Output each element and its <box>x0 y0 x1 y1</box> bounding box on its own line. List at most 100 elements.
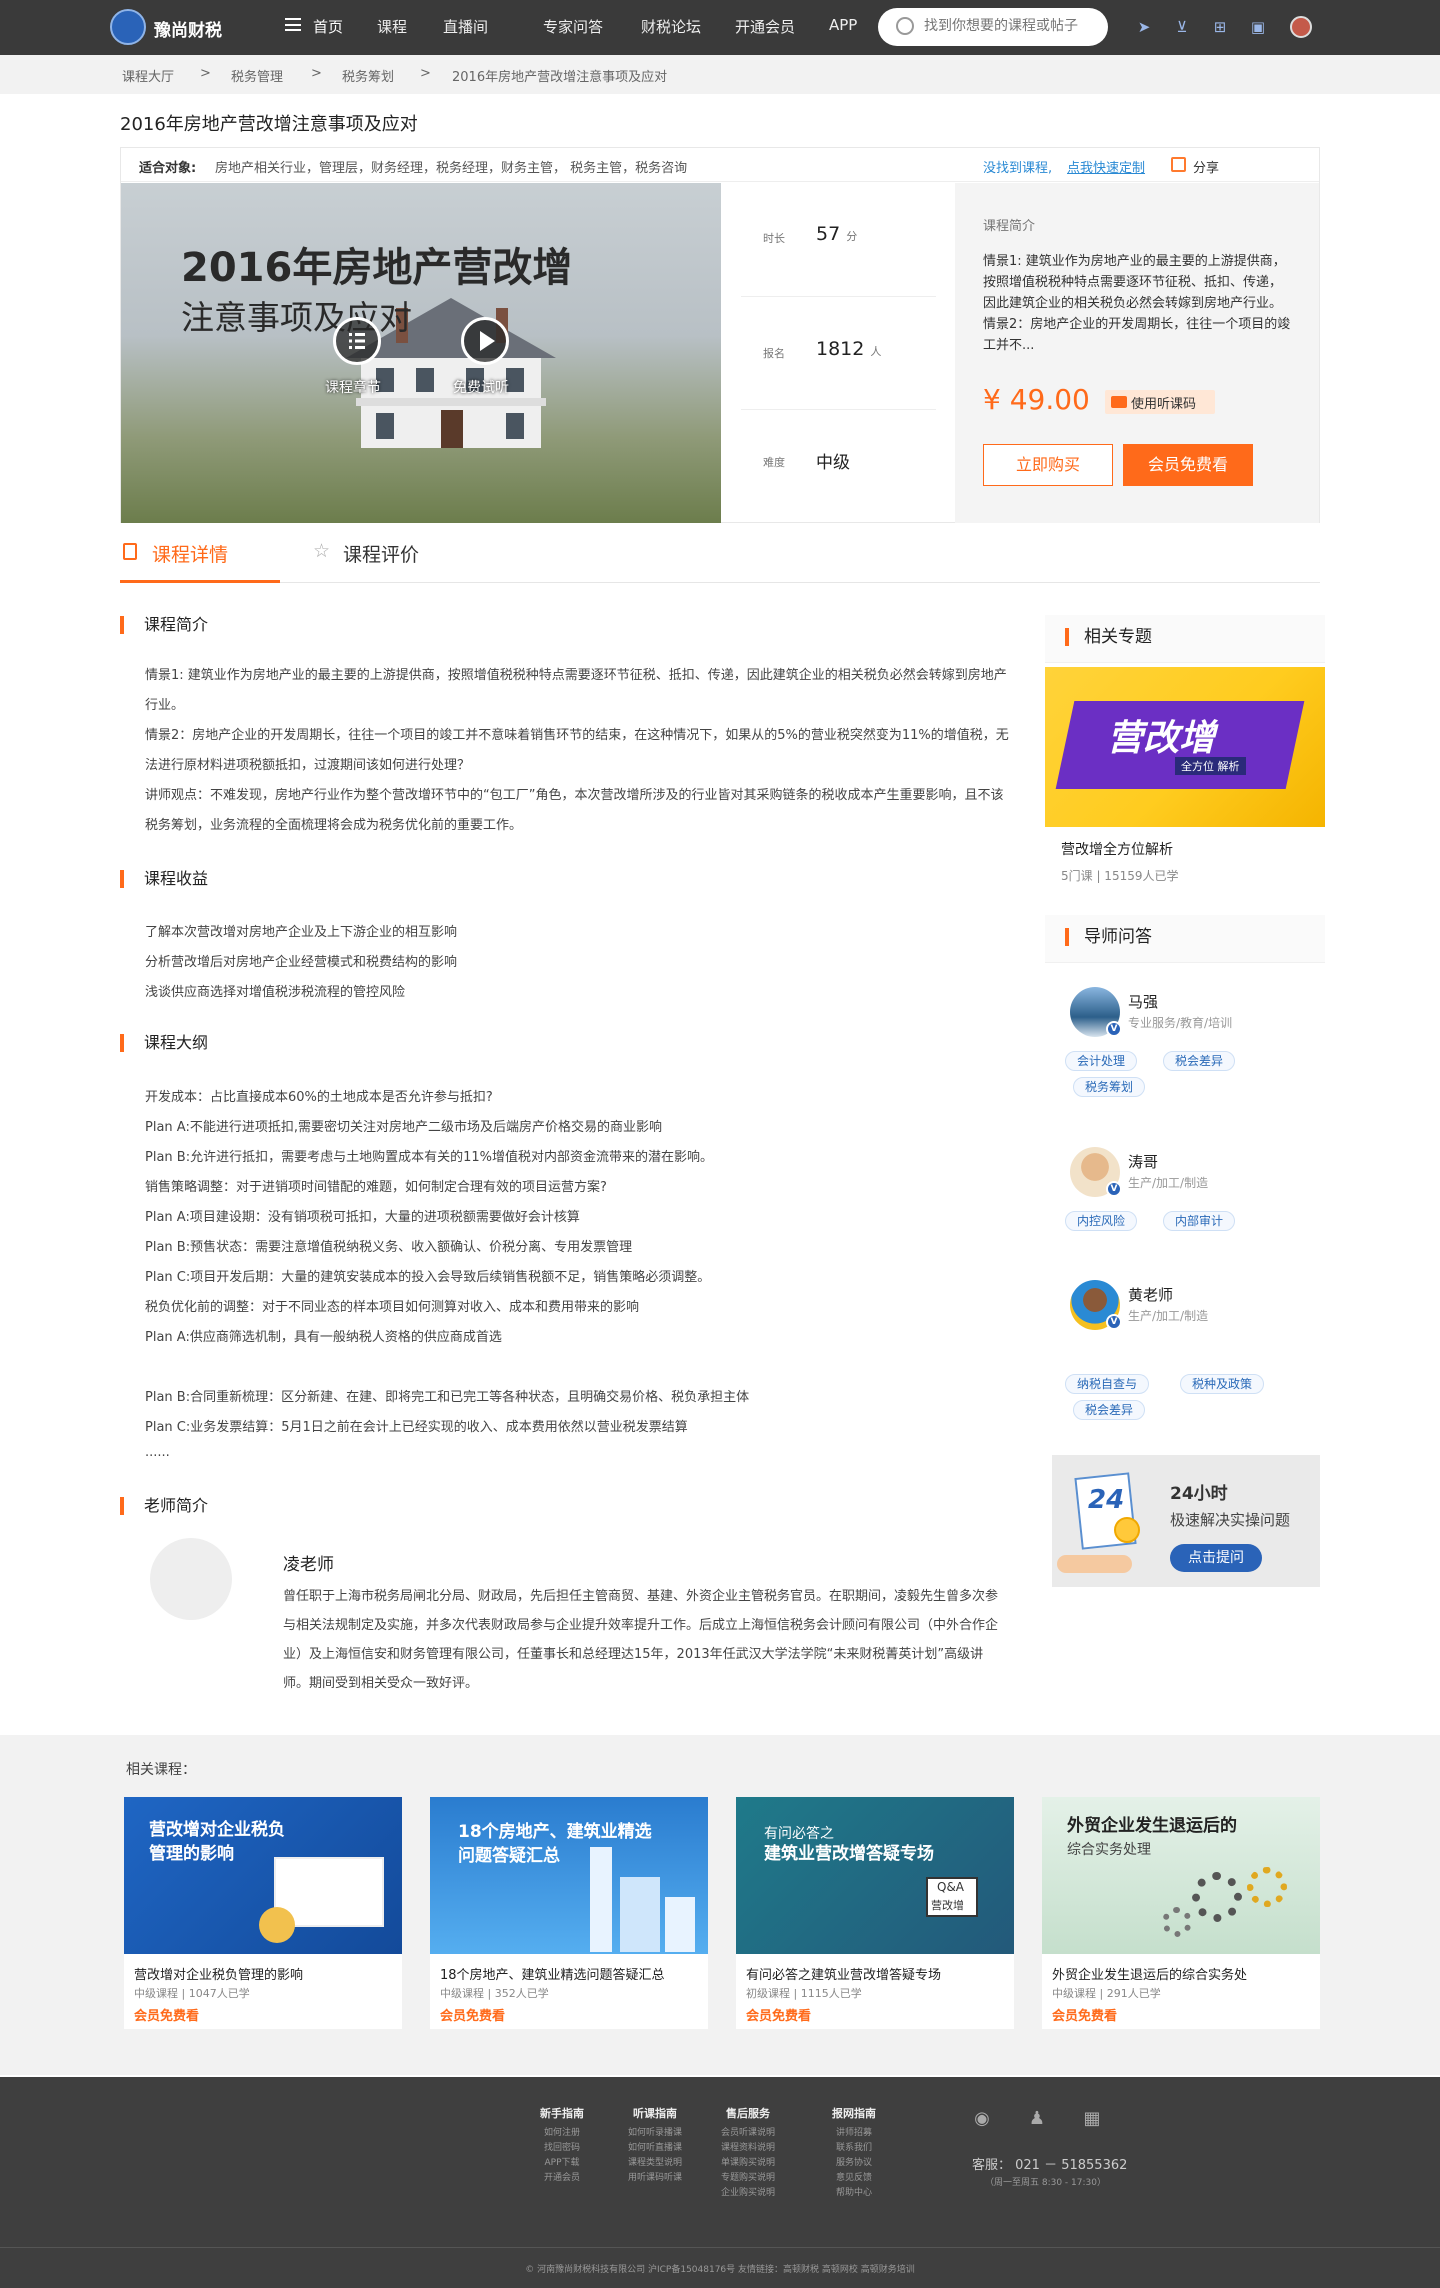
course-card-title[interactable]: 营改增对企业税负管理的影响 <box>134 1964 303 1983</box>
footer-link[interactable]: 服务协议 <box>809 2156 899 2171</box>
share-icon[interactable] <box>1171 157 1186 172</box>
outline-item: Plan A:项目建设期：没有销项税可抵扣，大量的进项税额需要做好会计核算 <box>145 1210 580 1225</box>
member-free-label[interactable]: 会员免费看 <box>440 2005 505 2024</box>
ask-question-button[interactable]: 点击提问 <box>1170 1544 1262 1572</box>
course-card[interactable]: 有问必答之 建筑业营改增答疑专场 Q&A 营改增 有问必答之建筑业营改增答疑专场… <box>736 1797 1014 2029</box>
outline-item: 开发成本：占比直接成本60%的土地成本是否允许参与抵扣? <box>145 1090 493 1105</box>
footer-link[interactable]: 单课购买说明 <box>703 2156 793 2171</box>
trial-label[interactable]: 免费试听 <box>453 377 509 397</box>
chapters-button[interactable] <box>333 317 381 365</box>
footer-link[interactable]: 联系我们 <box>809 2141 899 2156</box>
footer-link[interactable]: 开通会员 <box>517 2171 607 2186</box>
nav-membership[interactable]: 开通会员 <box>735 16 795 37</box>
footer-link[interactable]: 会员听课说明 <box>703 2126 793 2141</box>
buy-now-button[interactable]: 立即购买 <box>983 444 1113 486</box>
footer-legal: © 河南豫尚财税科技有限公司 沪ICP备15048176号 友情链接：高顿财税 … <box>525 2265 915 2275</box>
footer-link[interactable]: 讲师招募 <box>809 2126 899 2141</box>
money-bag-icon <box>259 1907 295 1943</box>
course-info-panel: 课程简介 情景1: 建筑业作为房地产业的最主要的上游提供商，按照增值税税种特点需… <box>955 183 1319 523</box>
course-card-title[interactable]: 18个房地产、建筑业精选问题答疑汇总 <box>440 1964 665 1983</box>
course-card-title[interactable]: 外贸企业发生退运后的综合实务处 <box>1052 1964 1247 1983</box>
send-icon[interactable]: ➤ <box>1135 18 1153 36</box>
footer-link[interactable]: 帮助中心 <box>809 2186 899 2201</box>
course-learners: 352人已学 <box>494 1987 549 2000</box>
search-box[interactable] <box>878 8 1108 46</box>
custom-course-link[interactable]: 点我快速定制 <box>1067 157 1145 176</box>
tutor-tag[interactable]: 内控风险 <box>1065 1211 1138 1231</box>
tutor-tag[interactable]: 税会差异 <box>1163 1051 1236 1071</box>
footer-link[interactable]: 用听课码听课 <box>610 2171 700 2186</box>
trial-play-button[interactable] <box>461 317 509 365</box>
service-hours: （周一至周五 8:30 - 17:30） <box>985 2178 1106 2188</box>
member-free-label[interactable]: 会员免费看 <box>134 2005 199 2024</box>
course-card[interactable]: 18个房地产、建筑业精选 问题答疑汇总 18个房地产、建筑业精选问题答疑汇总 中… <box>430 1797 708 2029</box>
listen-code-label: 使用听课码 <box>1131 397 1197 412</box>
tutor-tag[interactable]: 税务筹划 <box>1073 1077 1146 1097</box>
footer-link[interactable]: 找回密码 <box>517 2141 607 2156</box>
cart-icon[interactable]: ⊻ <box>1173 18 1191 36</box>
footer-link[interactable]: 意见反馈 <box>809 2171 899 2186</box>
user-avatar[interactable] <box>1290 16 1312 38</box>
nav-expert-qa[interactable]: 专家问答 <box>543 16 603 37</box>
footer-link[interactable]: 企业购买说明 <box>703 2186 793 2201</box>
tutor-tag[interactable]: 会计处理 <box>1065 1051 1138 1071</box>
grid-icon[interactable]: ⊞ <box>1211 18 1229 36</box>
footer-link[interactable]: APP下载 <box>517 2156 607 2171</box>
tab-course-review[interactable]: ☆ 课程评价 <box>290 523 450 583</box>
footer-col-guide: 报网指南 讲师招募 联系我们 服务协议 意见反馈 帮助中心 <box>809 2105 899 2201</box>
tab-course-detail[interactable]: 课程详情 <box>120 523 280 583</box>
course-card[interactable]: 外贸企业发生退运后的 综合实务处理 外贸企业发生退运后的综合实务处 中级课程 |… <box>1042 1797 1320 2029</box>
search-input[interactable] <box>924 18 1094 34</box>
course-card-title[interactable]: 有问必答之建筑业营改增答疑专场 <box>746 1964 941 1983</box>
intro-paragraph: 情景1: 建筑业作为房地产业的最主要的上游提供商，按照增值税税种特点需要逐环节征… <box>145 668 1007 713</box>
wechat-icon[interactable]: ◉ <box>971 2109 993 2129</box>
tab-label: 课程评价 <box>343 544 420 566</box>
nav-forum[interactable]: 财税论坛 <box>641 16 701 37</box>
tutor-name[interactable]: 黄老师 <box>1128 1284 1173 1305</box>
topic-name[interactable]: 营改增全方位解析 <box>1061 839 1173 859</box>
stat-unit: 分 <box>846 230 858 243</box>
nav-home[interactable]: 首页 <box>313 16 343 37</box>
nav-courses[interactable]: 课程 <box>377 16 407 37</box>
tutor-tag[interactable]: 税会差异 <box>1073 1400 1146 1420</box>
footer-link[interactable]: 专题购买说明 <box>703 2171 793 2186</box>
member-free-button[interactable]: 会员免费看 <box>1123 444 1253 486</box>
tutor-tag[interactable]: 税种及政策 <box>1180 1374 1265 1394</box>
course-card[interactable]: 营改增对企业税负 管理的影响 营改增对企业税负管理的影响 中级课程 | 1047… <box>124 1797 402 2029</box>
tutor-field: 生产/加工/制造 <box>1128 1309 1209 1323</box>
qq-icon[interactable]: ♟ <box>1026 2109 1048 2129</box>
stat-enrolled: 报名 1812 人 <box>741 296 936 408</box>
footer-link[interactable]: 课程类型说明 <box>610 2156 700 2171</box>
chapters-label[interactable]: 课程章节 <box>325 377 381 397</box>
nav-live[interactable]: 直播间 <box>443 16 488 37</box>
member-free-label[interactable]: 会员免费看 <box>1052 2005 1117 2024</box>
course-card-meta: 中级课程 | 352人已学 <box>440 1987 549 2000</box>
tutor-name[interactable]: 马强 <box>1128 991 1158 1012</box>
footer-link[interactable]: 如何听录播课 <box>610 2126 700 2141</box>
course-stats: 时长 57 分 报名 1812 人 难度 中级 <box>741 183 941 523</box>
member-free-label[interactable]: 会员免费看 <box>746 2005 811 2024</box>
breadcrumb-tax-planning[interactable]: 税务筹划 <box>342 66 394 85</box>
footer-link[interactable]: 如何听直播课 <box>610 2141 700 2156</box>
site-logo[interactable]: 豫尚财税 <box>110 9 250 45</box>
listen-code-button[interactable]: 使用听课码 <box>1105 390 1215 414</box>
audience-label: 适合对象: <box>139 161 197 176</box>
footer: 新手指南 如何注册 找回密码 APP下载 开通会员 听课指南 如何听录播课 如何… <box>0 2077 1440 2288</box>
qa-sign-text: Q&A <box>937 1880 965 1894</box>
topic-banner[interactable]: 营改增 全方位 解析 <box>1045 667 1325 827</box>
breadcrumb-course-hall[interactable]: 课程大厅 <box>122 66 174 85</box>
tutor-name[interactable]: 涛哥 <box>1128 1151 1158 1172</box>
share-button[interactable]: 分享 <box>1193 157 1219 176</box>
nav-app[interactable]: APP <box>829 16 857 34</box>
card-image-title-line2: 建筑业营改增答疑专场 <box>764 1844 934 1864</box>
message-icon[interactable]: ▣ <box>1249 18 1267 36</box>
search-icon[interactable] <box>896 17 914 35</box>
footer-link[interactable]: 课程资料说明 <box>703 2141 793 2156</box>
breadcrumb-tax-management[interactable]: 税务管理 <box>231 66 283 85</box>
stat-number: 57 <box>816 223 841 245</box>
qrcode-icon[interactable]: ▦ <box>1081 2109 1103 2129</box>
tutor-tag[interactable]: 内部审计 <box>1163 1211 1236 1231</box>
tutor-tag[interactable]: 纳税自查与 <box>1065 1374 1150 1394</box>
not-found-text: 没找到课程, <box>983 161 1053 176</box>
footer-link[interactable]: 如何注册 <box>517 2126 607 2141</box>
